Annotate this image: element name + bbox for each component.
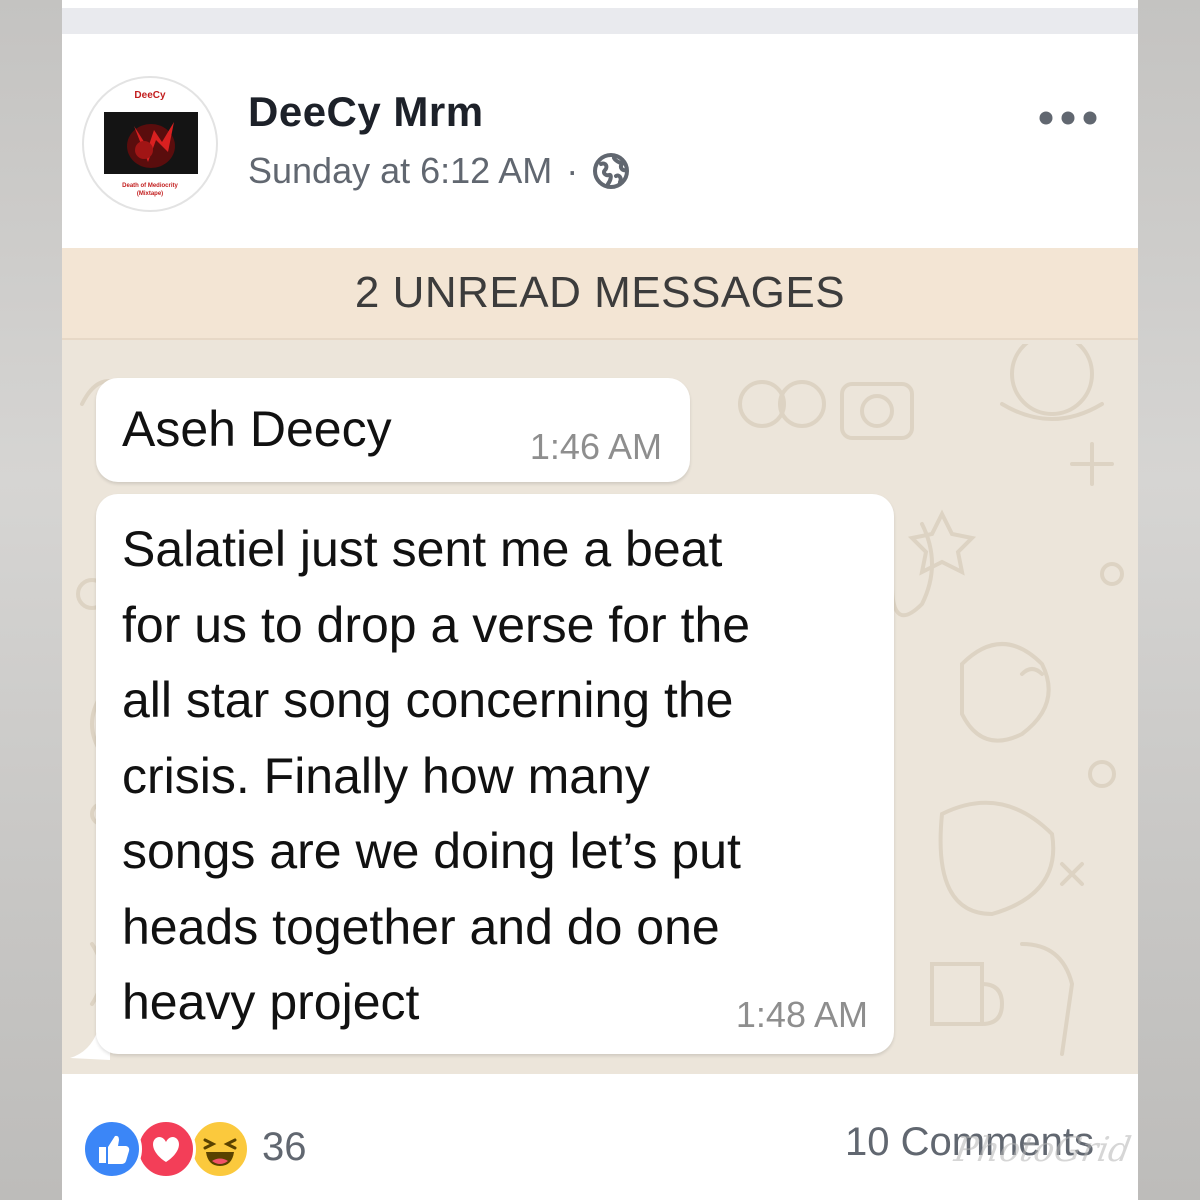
avatar[interactable]: DeeCy Death of Mediocrity (Mixtape) [82,76,218,212]
haha-icon [190,1119,250,1179]
like-icon [82,1119,142,1179]
watermark-logo: PhotoGrid [951,1130,1134,1170]
message-text: Salatiel just sent me a beat for us to d… [122,521,751,1030]
reaction-icons [82,1118,252,1179]
love-icon [136,1119,196,1179]
avatar-logo-image [104,112,198,174]
top-divider [62,0,1138,34]
meta-separator: · [566,150,579,191]
message-text: Aseh Deecy [122,401,392,457]
reactions-summary[interactable]: 36 [82,1118,307,1179]
reaction-count: 36 [262,1124,307,1169]
facebook-post-card: DeeCy Death of Mediocrity (Mixtape) DeeC… [62,0,1138,1200]
chat-screenshot-image[interactable]: 2 UNREAD MESSAGES Aseh Deecy 1:46 AM Sal… [62,248,1138,1074]
message-time: 1:48 AM [735,994,868,1035]
avatar-logo-subtitle: Death of Mediocrity (Mixtape) [122,183,178,197]
blurred-right-border [1138,0,1200,1200]
more-options-icon[interactable] [1036,104,1100,132]
avatar-logo-title: DeeCy [134,90,166,101]
chat-bubble-1: Aseh Deecy 1:46 AM [96,378,690,482]
globe-icon[interactable] [592,152,630,190]
post-timestamp[interactable]: Sunday at 6:12 AM [248,150,552,192]
post-meta: Sunday at 6:12 AM · [248,150,630,192]
unread-messages-banner: 2 UNREAD MESSAGES [62,248,1138,340]
message-time: 1:46 AM [529,426,662,467]
chat-bubble-2: Salatiel just sent me a beat for us to d… [96,494,894,1054]
blurred-left-border [0,0,64,1200]
post-author-name[interactable]: DeeCy Mrm [248,88,484,136]
